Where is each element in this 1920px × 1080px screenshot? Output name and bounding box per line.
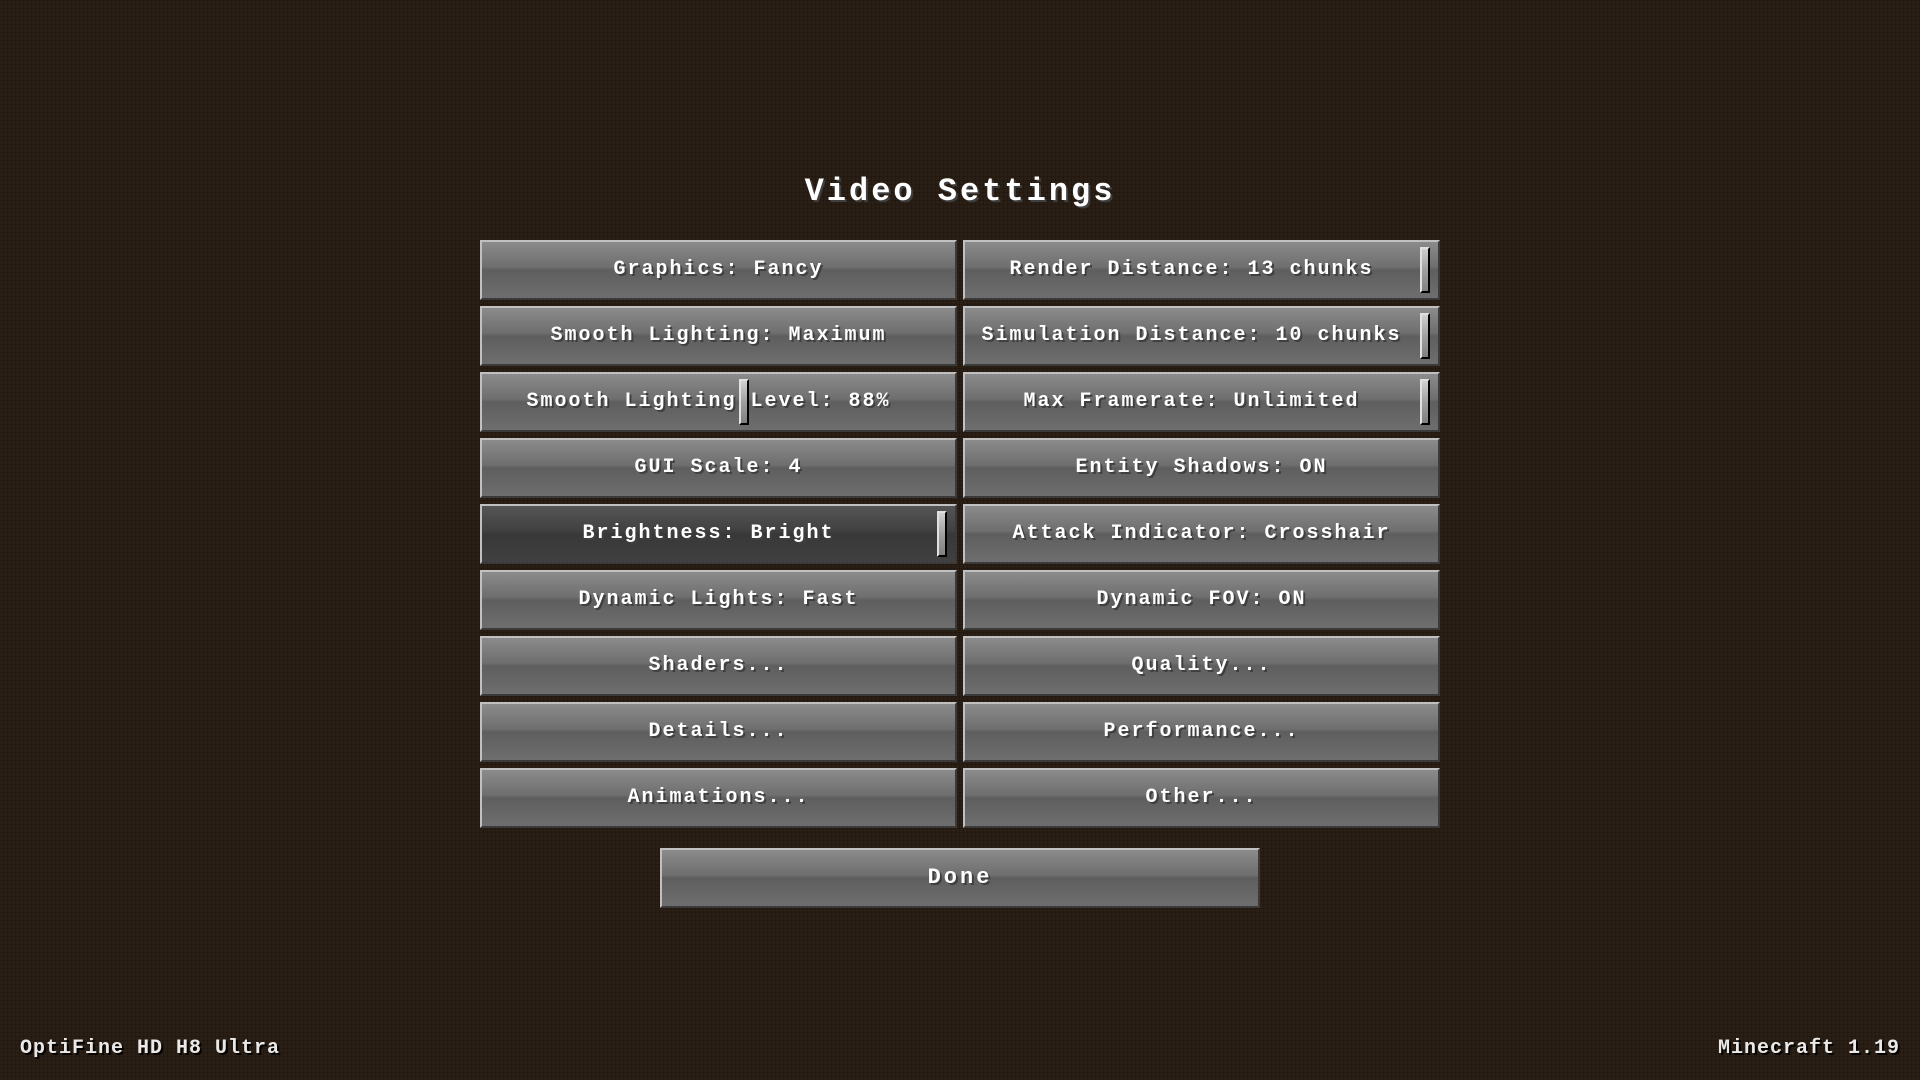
page-title: Video Settings	[805, 173, 1116, 210]
render-distance-slider[interactable]	[1420, 247, 1430, 293]
setting-btn-shaders[interactable]: Shaders...	[480, 636, 957, 696]
setting-btn-animations[interactable]: Animations...	[480, 768, 957, 828]
settings-grid: Graphics: Fancy Render Distance: 13 chun…	[480, 240, 1440, 828]
setting-btn-graphics[interactable]: Graphics: Fancy	[480, 240, 957, 300]
smooth-lighting-level-slider[interactable]	[739, 379, 749, 425]
max-framerate-slider[interactable]	[1420, 379, 1430, 425]
done-button[interactable]: Done	[660, 848, 1260, 908]
setting-btn-dynamic-fov[interactable]: Dynamic FOV: ON	[963, 570, 1440, 630]
setting-btn-brightness[interactable]: Brightness: Bright	[480, 504, 957, 564]
setting-btn-other[interactable]: Other...	[963, 768, 1440, 828]
optifine-version: OptiFine HD H8 Ultra	[20, 1037, 280, 1060]
minecraft-version: Minecraft 1.19	[1718, 1037, 1900, 1060]
setting-btn-render-distance[interactable]: Render Distance: 13 chunks	[963, 240, 1440, 300]
setting-btn-dynamic-lights[interactable]: Dynamic Lights: Fast	[480, 570, 957, 630]
setting-btn-max-framerate[interactable]: Max Framerate: Unlimited	[963, 372, 1440, 432]
setting-btn-details[interactable]: Details...	[480, 702, 957, 762]
simulation-distance-slider[interactable]	[1420, 313, 1430, 359]
setting-btn-smooth-lighting-level[interactable]: Smooth Lighting Level: 88%	[480, 372, 957, 432]
setting-btn-simulation-distance[interactable]: Simulation Distance: 10 chunks	[963, 306, 1440, 366]
setting-btn-gui-scale[interactable]: GUI Scale: 4	[480, 438, 957, 498]
brightness-slider[interactable]	[937, 511, 947, 557]
setting-btn-smooth-lighting[interactable]: Smooth Lighting: Maximum	[480, 306, 957, 366]
setting-btn-entity-shadows[interactable]: Entity Shadows: ON	[963, 438, 1440, 498]
setting-btn-quality[interactable]: Quality...	[963, 636, 1440, 696]
setting-btn-attack-indicator[interactable]: Attack Indicator: Crosshair	[963, 504, 1440, 564]
setting-btn-performance[interactable]: Performance...	[963, 702, 1440, 762]
